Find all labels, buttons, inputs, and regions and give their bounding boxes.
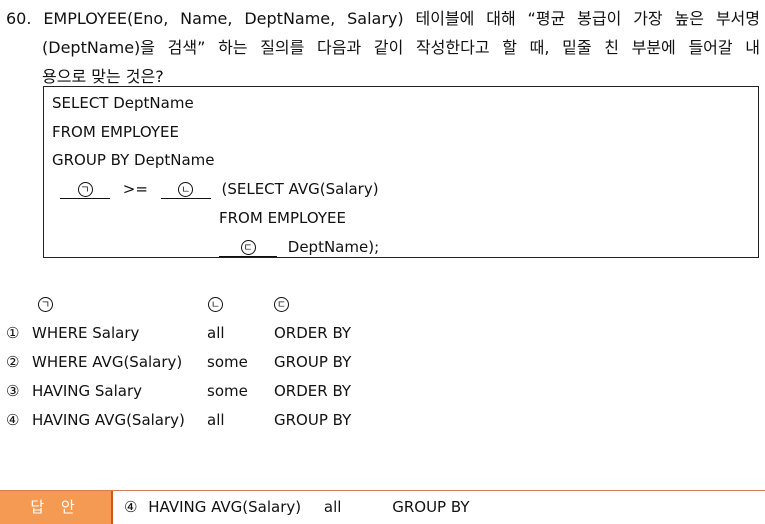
- option-a: HAVING AVG(Salary): [32, 411, 185, 429]
- option-number: ④: [6, 411, 20, 429]
- header-mark-b: ㄴ: [208, 297, 223, 312]
- answer-text: ④ HAVING AVG(Salary) all GROUP BY: [124, 491, 470, 524]
- header-mark-a: ㄱ: [38, 297, 53, 312]
- question-line-2: (DeptName)을 검색” 하는 질의를 다음과 같이 작성한다고 할 때,…: [42, 38, 760, 57]
- option-b: some: [207, 382, 248, 400]
- option-b: all: [207, 324, 225, 342]
- option-c: GROUP BY: [274, 353, 352, 371]
- option-a: WHERE Salary: [32, 324, 140, 342]
- code-line-subquery-end: ㄷ DeptName);: [219, 237, 379, 257]
- code-line-subquery-from: FROM EMPLOYEE: [219, 209, 346, 227]
- option-a: HAVING Salary: [32, 382, 142, 400]
- header-mark-c: ㄷ: [274, 297, 289, 312]
- option-c: GROUP BY: [274, 411, 352, 429]
- subquery-end: DeptName);: [287, 238, 380, 256]
- subquery-start: (SELECT AVG(Salary): [221, 180, 379, 198]
- option-number: ②: [6, 353, 20, 371]
- blank-2: ㄴ: [160, 180, 211, 199]
- option-number: ③: [6, 382, 20, 400]
- code-line-having: ㄱ >= ㄴ (SELECT AVG(Salary): [60, 179, 379, 199]
- blank-1-mark: ㄱ: [77, 182, 93, 197]
- blank-1: ㄱ: [60, 180, 110, 199]
- blank-2-mark: ㄴ: [178, 182, 194, 197]
- answer-c: GROUP BY: [392, 498, 470, 516]
- operator: >=: [122, 180, 148, 198]
- option-a: WHERE AVG(Salary): [32, 353, 183, 371]
- question-line-1: 60. EMPLOYEE(Eno, Name, DeptName, Salary…: [6, 9, 760, 28]
- code-line-group-by: GROUP BY DeptName: [52, 151, 215, 169]
- sql-code-box: SELECT DeptName FROM EMPLOYEE GROUP BY D…: [43, 86, 759, 258]
- option-c: ORDER BY: [274, 382, 352, 400]
- answer-number: ④: [124, 498, 138, 516]
- option-number: ①: [6, 324, 20, 342]
- answer-bar: 답 안 ④ HAVING AVG(Salary) all GROUP BY: [0, 490, 765, 524]
- answer-b: all: [323, 498, 342, 516]
- blank-3: ㄷ: [219, 238, 277, 257]
- answer-label: 답 안: [0, 491, 113, 524]
- code-line-from: FROM EMPLOYEE: [52, 123, 179, 141]
- code-line-select: SELECT DeptName: [52, 94, 194, 112]
- option-b: some: [207, 353, 248, 371]
- option-c: ORDER BY: [274, 324, 352, 342]
- question-text: 60. EMPLOYEE(Eno, Name, DeptName, Salary…: [6, 4, 760, 91]
- blank-3-mark: ㄷ: [240, 240, 256, 255]
- option-b: all: [207, 411, 225, 429]
- answer-a: HAVING AVG(Salary): [148, 498, 302, 516]
